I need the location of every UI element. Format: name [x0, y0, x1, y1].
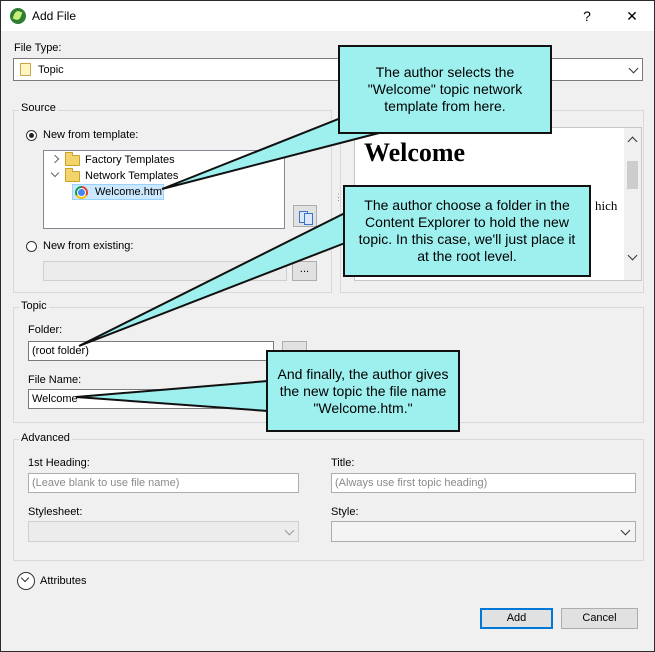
folder-callout-pointer — [78, 211, 346, 347]
template-callout: The author selects the "Welcome" topic n… — [338, 45, 552, 134]
callout-pointers — [75, 114, 382, 413]
add-file-dialog: Add File ? ✕ File Type: Topic Source New… — [0, 0, 655, 652]
file-name-callout: And finally, the author gives the new to… — [266, 350, 460, 432]
file-name-callout-pointer — [75, 379, 269, 413]
folder-callout: The author choose a folder in the Conten… — [343, 185, 591, 277]
